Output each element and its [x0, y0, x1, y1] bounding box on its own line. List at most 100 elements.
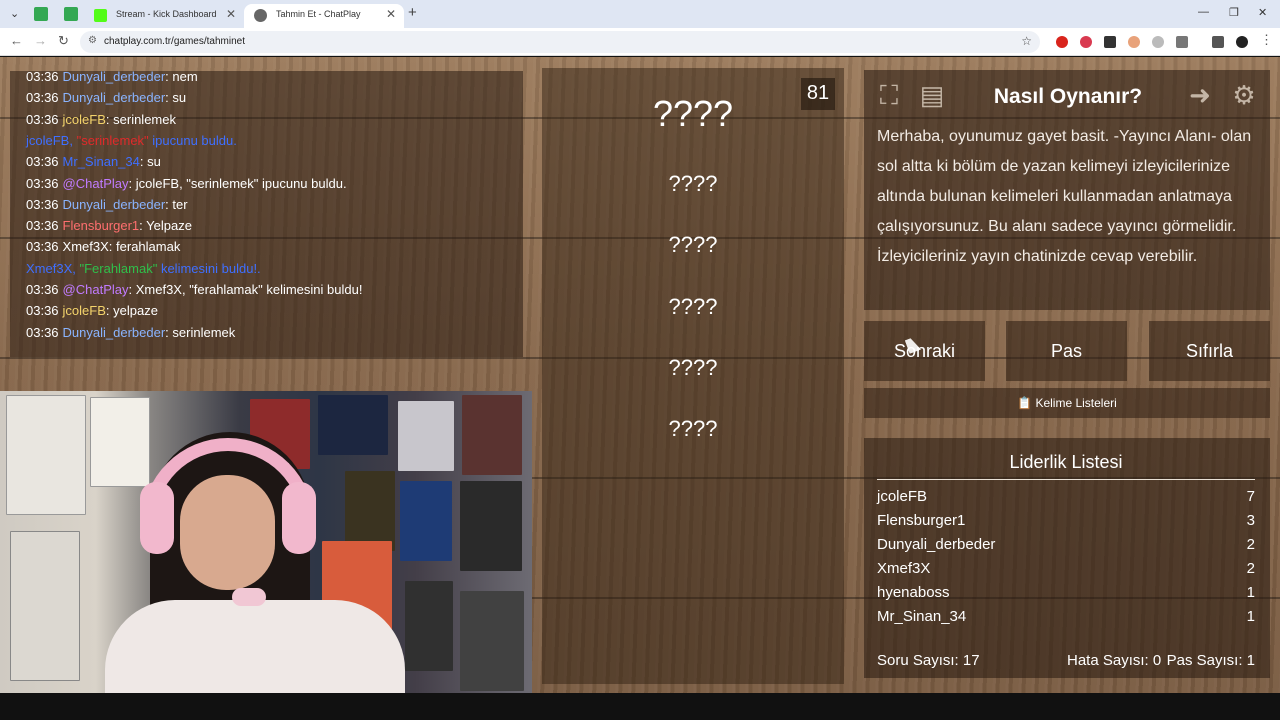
chat-username[interactable]: @ChatPlay [63, 282, 129, 297]
tab-title: Tahmin Et - ChatPlay [276, 9, 361, 19]
pass-button[interactable]: Pas [1006, 321, 1127, 381]
poster [90, 397, 150, 487]
chat-username[interactable]: Xmef3X [63, 239, 109, 254]
extensions-puzzle-icon[interactable] [1176, 36, 1188, 48]
close-tab-icon[interactable]: ✕ [386, 7, 396, 21]
chat-username[interactable]: jcoleFB [63, 303, 106, 318]
chat-system-message: jcoleFB, "serinlemek" ipucunu buldu. [26, 133, 237, 148]
url-field[interactable]: ⚙ chatplay.com.tr/games/tahminet ☆ [80, 31, 1040, 53]
chat-message: 03:36 @ChatPlay: Xmef3X, "ferahlamak" kel… [26, 282, 362, 297]
chat-username[interactable]: @ChatPlay [63, 176, 129, 191]
chat-time: 03:36 [26, 239, 59, 255]
logout-icon[interactable]: ➜ [1184, 79, 1216, 111]
tab-kick-dashboard[interactable]: Stream - Kick Dashboard ✕ [84, 4, 244, 28]
streamer-body [105, 600, 405, 700]
hint-word: ???? [668, 294, 718, 319]
reload-icon[interactable]: ↻ [58, 33, 69, 49]
chat-time: 03:36 [26, 282, 59, 297]
chat-text: : yelpaze [105, 303, 158, 319]
headset-mic [232, 588, 266, 606]
chat-text: : jcoleFB, "serinlemek" ipucunu buldu. [128, 175, 347, 191]
reset-button[interactable]: Sıfırla [1149, 321, 1270, 381]
leaderboard-row: Flensburger1 3 [877, 512, 1255, 529]
notes-icon[interactable]: ▤ [916, 79, 948, 111]
bookmark-star-icon[interactable]: ☆ [1021, 34, 1032, 48]
chat-time: 03:36 [26, 218, 59, 234]
chat-message: 03:36 Dunyali_derbeder: ter [26, 197, 188, 212]
menu-kebab-icon[interactable]: ⋮ [1260, 32, 1273, 48]
chat-system-part: "Ferahlamak" [79, 260, 158, 276]
player-score: 2 [1246, 536, 1255, 553]
fullscreen-icon[interactable]: ⛶ [873, 79, 905, 111]
leaderboard-title: Liderlik Listesi [877, 452, 1255, 480]
error-count: Hata Sayısı: 0 [1067, 652, 1162, 669]
player-score: 1 [1246, 608, 1255, 625]
player-name: Xmef3X [877, 560, 931, 577]
extension-icon[interactable] [1080, 36, 1092, 48]
chat-time: 03:36 [26, 303, 59, 319]
next-button[interactable]: Sonraki [864, 321, 985, 381]
extension-icon[interactable] [1056, 36, 1068, 48]
player-score: 1 [1246, 584, 1255, 601]
chat-text: : Yelpaze [139, 218, 192, 234]
forward-icon[interactable]: → [34, 33, 47, 48]
chat-message: 03:36 Dunyali_derbeder: serinlemek [26, 325, 235, 340]
tab-search-icon[interactable]: ⌄ [10, 7, 19, 20]
poster [10, 531, 80, 681]
close-tab-icon[interactable]: ✕ [226, 7, 236, 21]
stats-row: Soru Sayısı: 17 Hata Sayısı: 0 Pas Sayıs… [877, 652, 1255, 669]
minimize-icon[interactable]: — [1198, 6, 1209, 18]
chat-message: 03:36 Flensburger1: Yelpaze [26, 218, 192, 233]
chat-system-message: Xmef3X, "Ferahlamak" kelimesini buldu!. [26, 261, 261, 276]
media-icon[interactable] [1212, 36, 1224, 48]
profile-avatar[interactable] [1236, 36, 1248, 48]
chat-username[interactable]: jcoleFB [63, 112, 106, 127]
chat-system-part: kelimesini buldu!. [157, 260, 261, 276]
chat-message: 03:36 jcoleFB: yelpaze [26, 303, 158, 318]
bottom-strip [0, 693, 1280, 720]
main-word: ???? [652, 93, 734, 134]
restore-icon[interactable]: ❐ [1229, 6, 1239, 19]
chat-time: 03:36 [26, 111, 59, 127]
sheets-tab-icon[interactable] [34, 7, 48, 21]
chat-username[interactable]: Dunyali_derbeder [63, 325, 166, 340]
address-bar-row: ← → ↻ ⚙ chatplay.com.tr/games/tahminet ☆… [0, 28, 1280, 56]
chat-message: 03:36 jcoleFB: serinlemek [26, 112, 176, 127]
headset-ear-right [282, 482, 316, 554]
chat-username[interactable]: Flensburger1 [63, 218, 140, 233]
extension-icon[interactable] [1152, 36, 1164, 48]
sheets-tab-icon-2[interactable] [64, 7, 78, 21]
chat-text: : Xmef3X, "ferahlamak" kelimesini buldu! [128, 282, 363, 297]
player-name: jcoleFB [877, 488, 928, 505]
chat-username[interactable]: Dunyali_derbeder [63, 90, 166, 105]
window-close-icon[interactable]: ✕ [1258, 6, 1267, 19]
chat-text: : ferahlamak [108, 239, 181, 255]
chat-username[interactable]: Dunyali_derbeder [63, 69, 166, 84]
chat-username[interactable]: Mr_Sinan_34 [63, 154, 140, 169]
poster [400, 481, 452, 561]
chat-username[interactable]: Dunyali_derbeder [63, 197, 166, 212]
leaderboard-row: jcoleFB 7 [877, 488, 1255, 505]
new-tab-icon[interactable]: + [408, 4, 417, 21]
word-lists-button[interactable]: 📋 Kelime Listeleri [864, 388, 1270, 418]
hint-word: ???? [668, 355, 718, 380]
poster [318, 395, 388, 455]
chat-time: 03:36 [26, 175, 59, 191]
chat-text: : serinlemek [165, 324, 236, 340]
hint-word: ???? [668, 232, 718, 257]
chat-system-part: jcoleFB, [26, 132, 77, 148]
back-icon[interactable]: ← [10, 33, 23, 48]
site-info-icon[interactable]: ⚙ [88, 35, 97, 46]
tab-chatplay[interactable]: Tahmin Et - ChatPlay ✕ [244, 4, 404, 28]
extension-icon[interactable] [1128, 36, 1140, 48]
chat-message: 03:36 Dunyali_derbeder: su [26, 90, 186, 105]
gear-icon[interactable]: ⚙ [1228, 79, 1260, 111]
player-name: Mr_Sinan_34 [877, 608, 967, 625]
howto-title: Nasıl Oynanır? [993, 85, 1143, 108]
chat-message: 03:36 Xmef3X: ferahlamak [26, 239, 180, 254]
chatplay-favicon-icon [254, 9, 267, 22]
hint-word: ???? [668, 416, 718, 441]
poster [6, 395, 86, 515]
poster [398, 401, 454, 471]
extension-icon[interactable] [1104, 36, 1116, 48]
